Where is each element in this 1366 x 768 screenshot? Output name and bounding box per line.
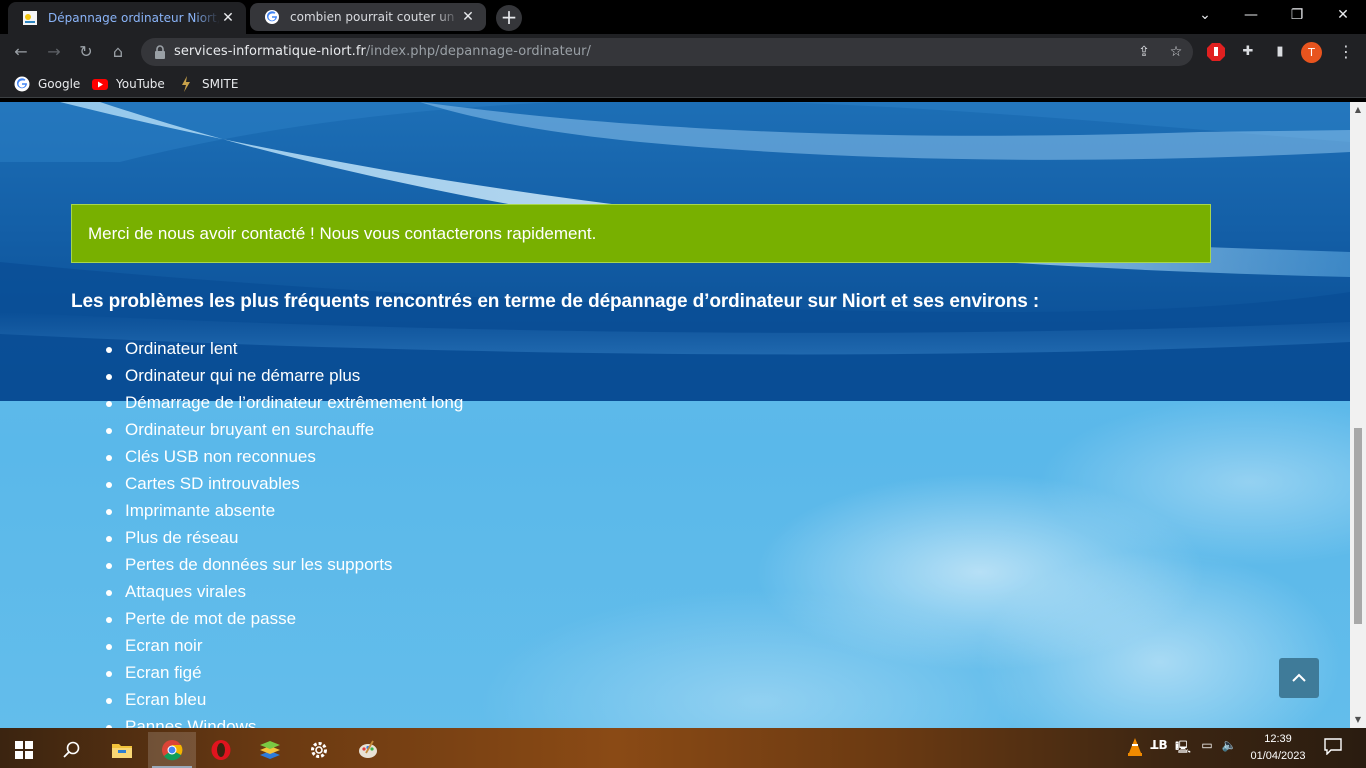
youtube-icon: [92, 79, 108, 90]
profile-avatar[interactable]: T: [1301, 42, 1322, 63]
tab-search-chevron-icon[interactable]: ⌄: [1182, 0, 1228, 30]
restore-icon[interactable]: ❐: [1274, 0, 1320, 30]
start-icon[interactable]: [0, 732, 48, 768]
bluestacks-icon[interactable]: [246, 732, 294, 768]
volume-icon[interactable]: 🔈: [1220, 738, 1238, 758]
list-item: Pertes de données sur les supports: [105, 553, 463, 580]
search-icon[interactable]: [48, 732, 96, 768]
share-icon[interactable]: ⇪: [1135, 43, 1153, 61]
chevron-up-icon: [1292, 673, 1306, 682]
list-item: Ecran noir: [105, 634, 463, 661]
scroll-up-arrow-icon[interactable]: ▲: [1350, 102, 1366, 118]
reload-icon[interactable]: ↻: [74, 40, 98, 64]
back-to-top-button[interactable]: [1279, 658, 1319, 698]
list-item: Ecran bleu: [105, 688, 463, 715]
opera-icon[interactable]: [197, 732, 245, 768]
vlc-tray-icon[interactable]: [1126, 738, 1144, 758]
url-path: /index.php/depannage-ordinateur/: [365, 44, 591, 59]
back-arrow-icon[interactable]: ←: [9, 40, 33, 64]
tab-google-search[interactable]: combien pourrait couter un - Recherche G…: [250, 3, 486, 31]
tab-title: Dépannage ordinateur Niort, informatique: [48, 11, 220, 25]
extensions-puzzle-icon[interactable]: ✚: [1238, 42, 1258, 62]
battery-icon[interactable]: ▭: [1198, 738, 1216, 758]
list-item: Attaques virales: [105, 580, 463, 607]
google-icon: [265, 10, 279, 24]
scrollbar-thumb[interactable]: [1354, 428, 1362, 624]
bookmark-youtube[interactable]: YouTube: [92, 76, 165, 92]
smite-icon: [182, 76, 190, 92]
list-item: Clés USB non reconnues: [105, 445, 463, 472]
bookmarks-bar: Google YouTube SMITE: [0, 70, 1366, 98]
paint-icon[interactable]: [344, 732, 392, 768]
app-tray-icon[interactable]: ꓕB: [1150, 738, 1168, 758]
page-scrollbar[interactable]: ▲ ▼: [1350, 102, 1366, 728]
list-item: Ordinateur lent: [105, 337, 463, 364]
bookmark-label: Google: [38, 77, 81, 91]
google-icon: [14, 76, 30, 92]
site-favicon-icon: [23, 11, 37, 25]
list-item: Ordinateur qui ne démarre plus: [105, 364, 463, 391]
close-icon[interactable]: ✕: [220, 10, 236, 26]
adblock-icon[interactable]: [1206, 42, 1226, 62]
more-menu-icon[interactable]: ⋮: [1336, 42, 1356, 62]
tab-strip: Dépannage ordinateur Niort, informatique…: [0, 0, 1366, 34]
browser-toolbar: ← → ↻ ⌂ services-informatique-niort.fr/i…: [0, 34, 1366, 70]
scroll-down-arrow-icon[interactable]: ▼: [1350, 712, 1366, 728]
list-item: Ecran figé: [105, 661, 463, 688]
bookmark-label: SMITE: [202, 77, 239, 91]
system-clock[interactable]: 12:39 01/04/2023: [1240, 731, 1316, 765]
url-host: services-informatique-niort.fr: [174, 44, 366, 59]
settings-icon[interactable]: [295, 732, 343, 768]
bookmark-star-icon[interactable]: ☆: [1167, 43, 1185, 61]
tab-title: combien pourrait couter un - Recherche G…: [290, 10, 460, 24]
close-window-icon[interactable]: ✕: [1320, 0, 1366, 30]
network-icon[interactable]: 🖳: [1174, 738, 1192, 758]
close-icon[interactable]: ✕: [460, 9, 476, 25]
bookmark-smite[interactable]: SMITE: [178, 76, 238, 92]
problems-list: Ordinateur lent Ordinateur qui ne démarr…: [105, 337, 463, 728]
windows-taskbar: ꓕB 🖳 ▭ 🔈 12:39 01/04/2023: [0, 728, 1366, 768]
list-item: Démarrage de l’ordinateur extrêmement lo…: [105, 391, 463, 418]
minimize-icon[interactable]: —: [1228, 0, 1274, 30]
page-viewport: Merci de nous avoir contacté ! Nous vous…: [0, 102, 1350, 728]
bookmark-google[interactable]: Google: [14, 76, 80, 92]
list-item: Ordinateur bruyant en surchauffe: [105, 418, 463, 445]
file-explorer-icon[interactable]: [98, 732, 146, 768]
bookmark-label: YouTube: [116, 77, 165, 91]
lock-icon[interactable]: [153, 44, 167, 60]
list-item: Plus de réseau: [105, 526, 463, 553]
tab-depannage[interactable]: Dépannage ordinateur Niort, informatique…: [8, 2, 246, 34]
new-tab-button[interactable]: +: [496, 5, 522, 31]
list-item: Imprimante absente: [105, 499, 463, 526]
list-item: Cartes SD introuvables: [105, 472, 463, 499]
success-message: Merci de nous avoir contacté ! Nous vous…: [71, 204, 1211, 263]
list-item: Perte de mot de passe: [105, 607, 463, 634]
list-item: Pannes Windows: [105, 715, 463, 728]
address-bar[interactable]: services-informatique-niort.fr/index.php…: [141, 38, 1193, 66]
notifications-icon[interactable]: [1322, 737, 1344, 757]
chrome-icon[interactable]: [148, 732, 196, 768]
clock-date: 01/04/2023: [1250, 750, 1306, 762]
forward-arrow-icon[interactable]: →: [42, 40, 66, 64]
section-title: Les problèmes les plus fréquents rencont…: [71, 291, 1040, 312]
clock-time: 12:39: [1264, 733, 1292, 745]
side-panel-icon[interactable]: ▮: [1270, 42, 1290, 62]
home-icon[interactable]: ⌂: [106, 40, 130, 64]
url-text: services-informatique-niort.fr/index.php…: [174, 44, 591, 59]
